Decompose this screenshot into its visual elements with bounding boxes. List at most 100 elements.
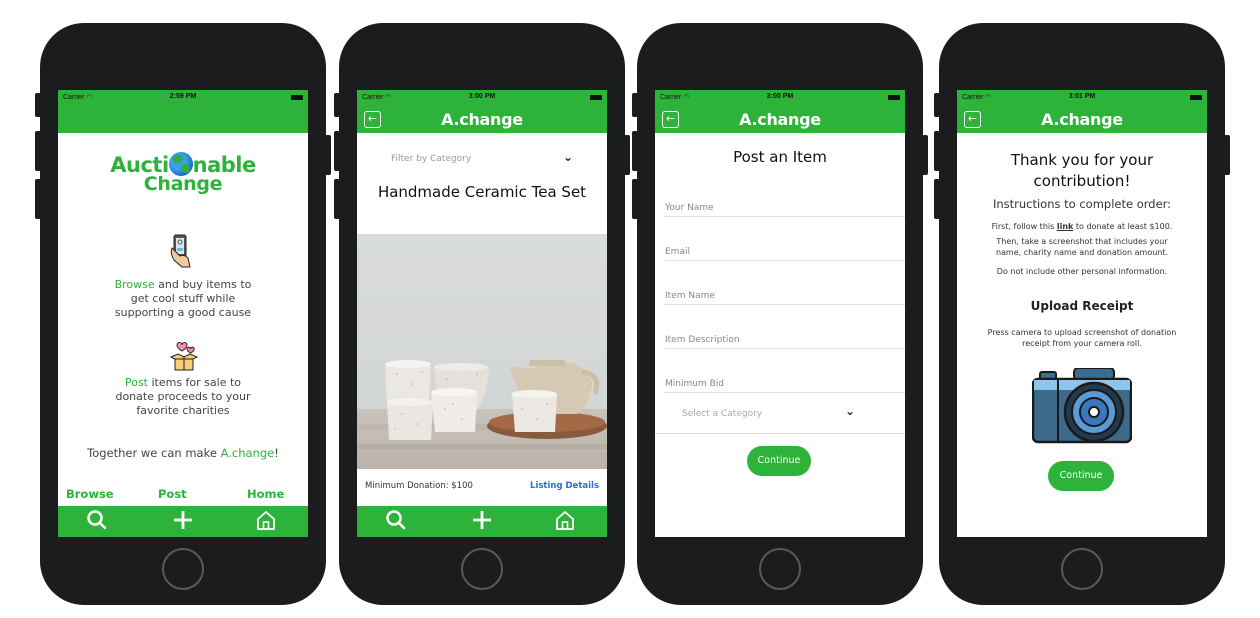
volume-down-button xyxy=(934,179,940,219)
category-select[interactable]: Select a Category ⌄ xyxy=(655,394,905,434)
item-photo[interactable] xyxy=(357,234,607,469)
email-field[interactable]: Email xyxy=(665,247,905,261)
home-hardware-button[interactable] xyxy=(162,548,204,590)
power-button xyxy=(325,135,331,175)
battery-icon xyxy=(590,95,602,100)
volume-down-button xyxy=(35,179,41,219)
status-time: 2:59 PM xyxy=(169,93,197,100)
volume-up-button xyxy=(35,131,41,171)
item-description-field[interactable]: Item Description xyxy=(665,335,905,349)
listing-screen: Carrier ◠ 3:00 PM ← A.change Filter by C… xyxy=(357,90,607,537)
home-hardware-button[interactable] xyxy=(1061,548,1103,590)
power-button xyxy=(1224,135,1230,175)
step2-line1: Then, take a screenshot that includes yo… xyxy=(996,237,1168,246)
home-screen: Carrier ◠ 2:59 PM Aucti nable Change Brow… xyxy=(58,90,308,537)
battery-icon xyxy=(1190,95,1202,100)
tagline-suffix: ! xyxy=(274,446,279,460)
mute-switch xyxy=(934,93,940,117)
listing-footer: Minimum Donation: $100 Listing Details xyxy=(365,481,599,491)
privacy-note: Do not include other personal informatio… xyxy=(996,267,1168,276)
filter-by-category-dropdown[interactable]: Filter by Category xyxy=(391,154,471,164)
thank-you-screen: Carrier ◠ 3:01 PM ← A.change Thank you f… xyxy=(957,90,1207,537)
power-button xyxy=(922,135,928,175)
step2-line2: name, charity name and donation amount. xyxy=(995,248,1169,257)
mute-switch xyxy=(632,93,638,117)
step1-suffix: to donate at least $100. xyxy=(1073,222,1173,231)
phone-hand-icon xyxy=(168,234,196,268)
chevron-down-icon: ⌄ xyxy=(845,404,856,418)
browse-blurb-line2: get cool stuff while xyxy=(130,292,236,305)
post-link[interactable]: Post xyxy=(158,487,187,501)
volume-down-button xyxy=(632,179,638,219)
minimum-bid-field[interactable]: Minimum Bid xyxy=(665,379,905,393)
post-blurb-line2: donate proceeds to your xyxy=(115,390,251,403)
phone-frame-post-item: Carrier ◠ 3:00 PM ← A.change Post an Ite… xyxy=(632,23,928,605)
nav-bar: ← A.change xyxy=(357,107,607,133)
step1-text: First, follow this link to donate at lea… xyxy=(961,221,1203,232)
donation-link[interactable]: link xyxy=(1057,222,1074,231)
mute-switch xyxy=(35,93,41,117)
tab-bar xyxy=(357,506,607,537)
home-icon[interactable] xyxy=(550,509,580,534)
nav-title: A.change xyxy=(441,110,523,129)
tagline: Together we can make A.change! xyxy=(58,446,308,460)
app-logo: Aucti nable Change xyxy=(58,152,308,195)
thank-you-line2: contribution! xyxy=(1033,172,1131,190)
continue-button[interactable]: Continue xyxy=(1048,461,1114,491)
post-blurb-line3: favorite charities xyxy=(136,404,230,417)
upload-help-text: Press camera to upload screenshot of don… xyxy=(961,327,1203,349)
browse-blurb-line3: supporting a good cause xyxy=(114,306,252,319)
volume-up-button xyxy=(632,131,638,171)
chevron-down-icon[interactable]: ⌄ xyxy=(563,150,573,164)
post-item-screen: Carrier ◠ 3:00 PM ← A.change Post an Ite… xyxy=(655,90,905,537)
tagline-prefix: Together we can make xyxy=(87,446,221,460)
status-time: 3:00 PM xyxy=(766,93,794,100)
form-title: Post an Item xyxy=(733,148,827,166)
nav-title: A.change xyxy=(1041,110,1123,129)
instructions-title: Instructions to complete order: xyxy=(992,197,1172,211)
nav-bar: ← A.change xyxy=(957,107,1207,133)
upload-help-line1: Press camera to upload screenshot of don… xyxy=(987,328,1177,337)
power-button xyxy=(624,135,630,175)
status-bar: Carrier ◠ 2:59 PM xyxy=(58,90,308,107)
post-blurb: Post items for sale to donate proceeds t… xyxy=(58,376,308,418)
gift-box-hearts-icon xyxy=(168,340,200,372)
status-time: 3:00 PM xyxy=(468,93,496,100)
browse-blurb-text: and buy items to xyxy=(154,278,252,291)
phone-frame-thank-you: Carrier ◠ 3:01 PM ← A.change Thank you f… xyxy=(934,23,1230,605)
logo-text-change: Change xyxy=(143,173,223,195)
home-hardware-button[interactable] xyxy=(461,548,503,590)
mute-switch xyxy=(334,93,340,117)
item-title: Handmade Ceramic Tea Set xyxy=(377,183,587,201)
browse-blurb: Browse and buy items to get cool stuff w… xyxy=(58,278,308,320)
volume-up-button xyxy=(934,131,940,171)
plus-icon[interactable] xyxy=(467,509,497,534)
browse-link[interactable]: Browse xyxy=(66,487,114,501)
nav-bar xyxy=(58,107,308,133)
search-icon[interactable] xyxy=(82,509,112,534)
globe-icon xyxy=(168,152,193,176)
status-time: 3:01 PM xyxy=(1068,93,1096,100)
camera-icon[interactable] xyxy=(1031,367,1133,444)
listing-details-link[interactable]: Listing Details xyxy=(530,481,599,491)
battery-icon xyxy=(888,95,900,100)
upload-help-line2: receipt from your camera roll. xyxy=(1022,339,1142,348)
upload-receipt-title: Upload Receipt xyxy=(1030,299,1134,313)
continue-button[interactable]: Continue xyxy=(747,446,811,476)
post-blurb-text: items for sale to xyxy=(147,376,242,389)
min-donation-label: Minimum Donation: $100 xyxy=(365,481,473,491)
home-link[interactable]: Home xyxy=(247,487,284,501)
step2-text: Then, take a screenshot that includes yo… xyxy=(961,236,1203,258)
battery-icon xyxy=(291,95,303,100)
item-name-field[interactable]: Item Name xyxy=(665,291,905,305)
home-icon[interactable] xyxy=(251,509,281,534)
tagline-highlight: A.change xyxy=(220,446,275,460)
home-hardware-button[interactable] xyxy=(759,548,801,590)
your-name-field[interactable]: Your Name xyxy=(665,203,905,217)
search-icon[interactable] xyxy=(381,509,411,534)
plus-icon[interactable] xyxy=(168,509,198,534)
category-placeholder: Select a Category xyxy=(682,409,763,419)
browse-highlight: Browse xyxy=(114,278,155,291)
thank-you-line1: Thank you for your xyxy=(1010,151,1154,169)
tab-bar xyxy=(58,506,308,537)
